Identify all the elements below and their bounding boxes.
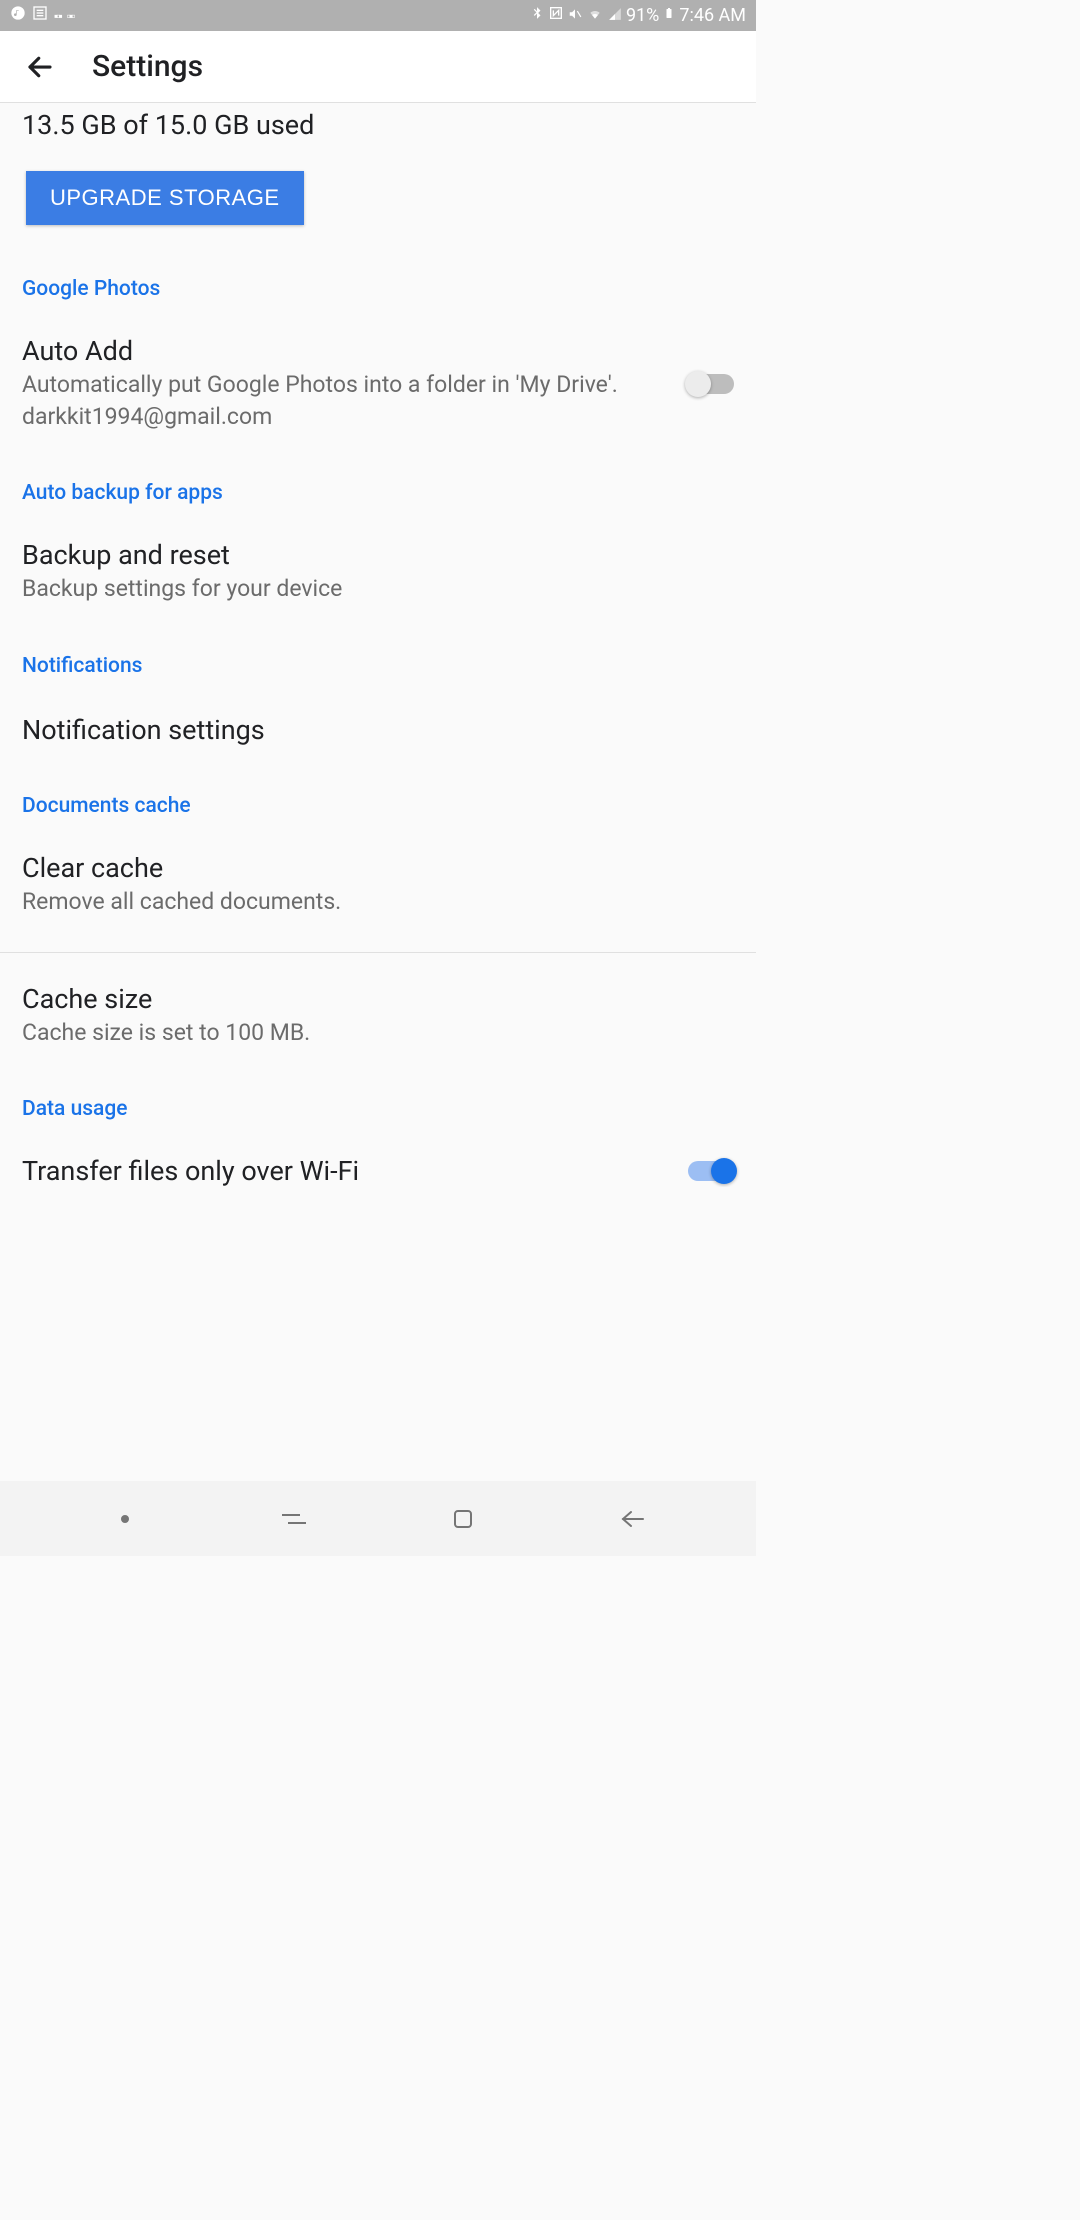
item-description: Automatically put Google Photos into a f…: [22, 369, 668, 433]
item-title: Auto Add: [22, 335, 668, 367]
setting-item-wifi-transfer[interactable]: Transfer files only over Wi-Fi: [0, 1155, 756, 1187]
status-bar: ▪▫▪ ▫▪▫ 91% 7:46 AM: [0, 0, 756, 31]
clock-time: 7:46 AM: [679, 5, 746, 26]
item-title: Transfer files only over Wi-Fi: [22, 1155, 668, 1187]
item-title: Notification settings: [22, 714, 734, 746]
section-header-notifications: Notifications: [0, 654, 756, 678]
section-header-google-photos: Google Photos: [0, 277, 756, 301]
battery-icon: [663, 4, 675, 27]
equalizer-icon: ▪▫▪: [54, 9, 61, 23]
divider: [0, 952, 756, 953]
toggle-auto-add[interactable]: [688, 374, 734, 394]
wifi-icon: [586, 5, 604, 26]
back-button[interactable]: [22, 49, 58, 85]
toggle-wifi-transfer[interactable]: [688, 1161, 734, 1181]
status-left: ▪▫▪ ▫▪▫: [10, 5, 74, 26]
nfc-icon: [548, 5, 564, 26]
back-icon: [619, 1509, 645, 1529]
item-title: Backup and reset: [22, 539, 734, 571]
section-header-data-usage: Data usage: [0, 1097, 756, 1121]
battery-percent: 91%: [626, 5, 659, 26]
nav-recents-button[interactable]: [254, 1499, 334, 1539]
item-description: Backup settings for your device: [22, 573, 734, 605]
music-icon: [10, 5, 26, 26]
toggle-knob: [711, 1158, 737, 1184]
toggle-knob: [685, 371, 711, 397]
equalizer-icon-2: ▫▪▫: [67, 9, 74, 23]
signal-icon: [608, 5, 622, 26]
home-icon: [451, 1507, 475, 1531]
setting-item-auto-add[interactable]: Auto Add Automatically put Google Photos…: [0, 335, 756, 433]
setting-item-clear-cache[interactable]: Clear cache Remove all cached documents.: [0, 852, 756, 918]
nav-back-button[interactable]: [592, 1499, 672, 1539]
bluetooth-icon: [530, 5, 544, 26]
mute-icon: [568, 5, 582, 26]
setting-item-notification-settings[interactable]: Notification settings: [0, 714, 756, 746]
section-header-documents-cache: Documents cache: [0, 794, 756, 818]
item-title: Cache size: [22, 983, 734, 1015]
dot-icon: [121, 1515, 129, 1523]
item-description: Remove all cached documents.: [22, 886, 734, 918]
section-header-auto-backup: Auto backup for apps: [0, 481, 756, 505]
item-title: Clear cache: [22, 852, 734, 884]
nav-home-button[interactable]: [423, 1499, 503, 1539]
arrow-left-icon: [25, 52, 55, 82]
app-bar: Settings: [0, 31, 756, 103]
settings-content[interactable]: 13.5 GB of 15.0 GB used UPGRADE STORAGE …: [0, 103, 756, 1481]
recents-icon: [280, 1509, 308, 1529]
page-title: Settings: [92, 49, 203, 84]
storage-usage-text: 13.5 GB of 15.0 GB used: [0, 103, 756, 141]
list-icon: [32, 5, 48, 26]
upgrade-storage-button[interactable]: UPGRADE STORAGE: [26, 171, 304, 225]
status-right: 91% 7:46 AM: [530, 4, 746, 27]
item-description: Cache size is set to 100 MB.: [22, 1017, 734, 1049]
setting-item-backup-reset[interactable]: Backup and reset Backup settings for you…: [0, 539, 756, 605]
nav-extra-button[interactable]: [85, 1499, 165, 1539]
setting-item-cache-size[interactable]: Cache size Cache size is set to 100 MB.: [0, 983, 756, 1049]
navigation-bar: [0, 1481, 756, 1556]
